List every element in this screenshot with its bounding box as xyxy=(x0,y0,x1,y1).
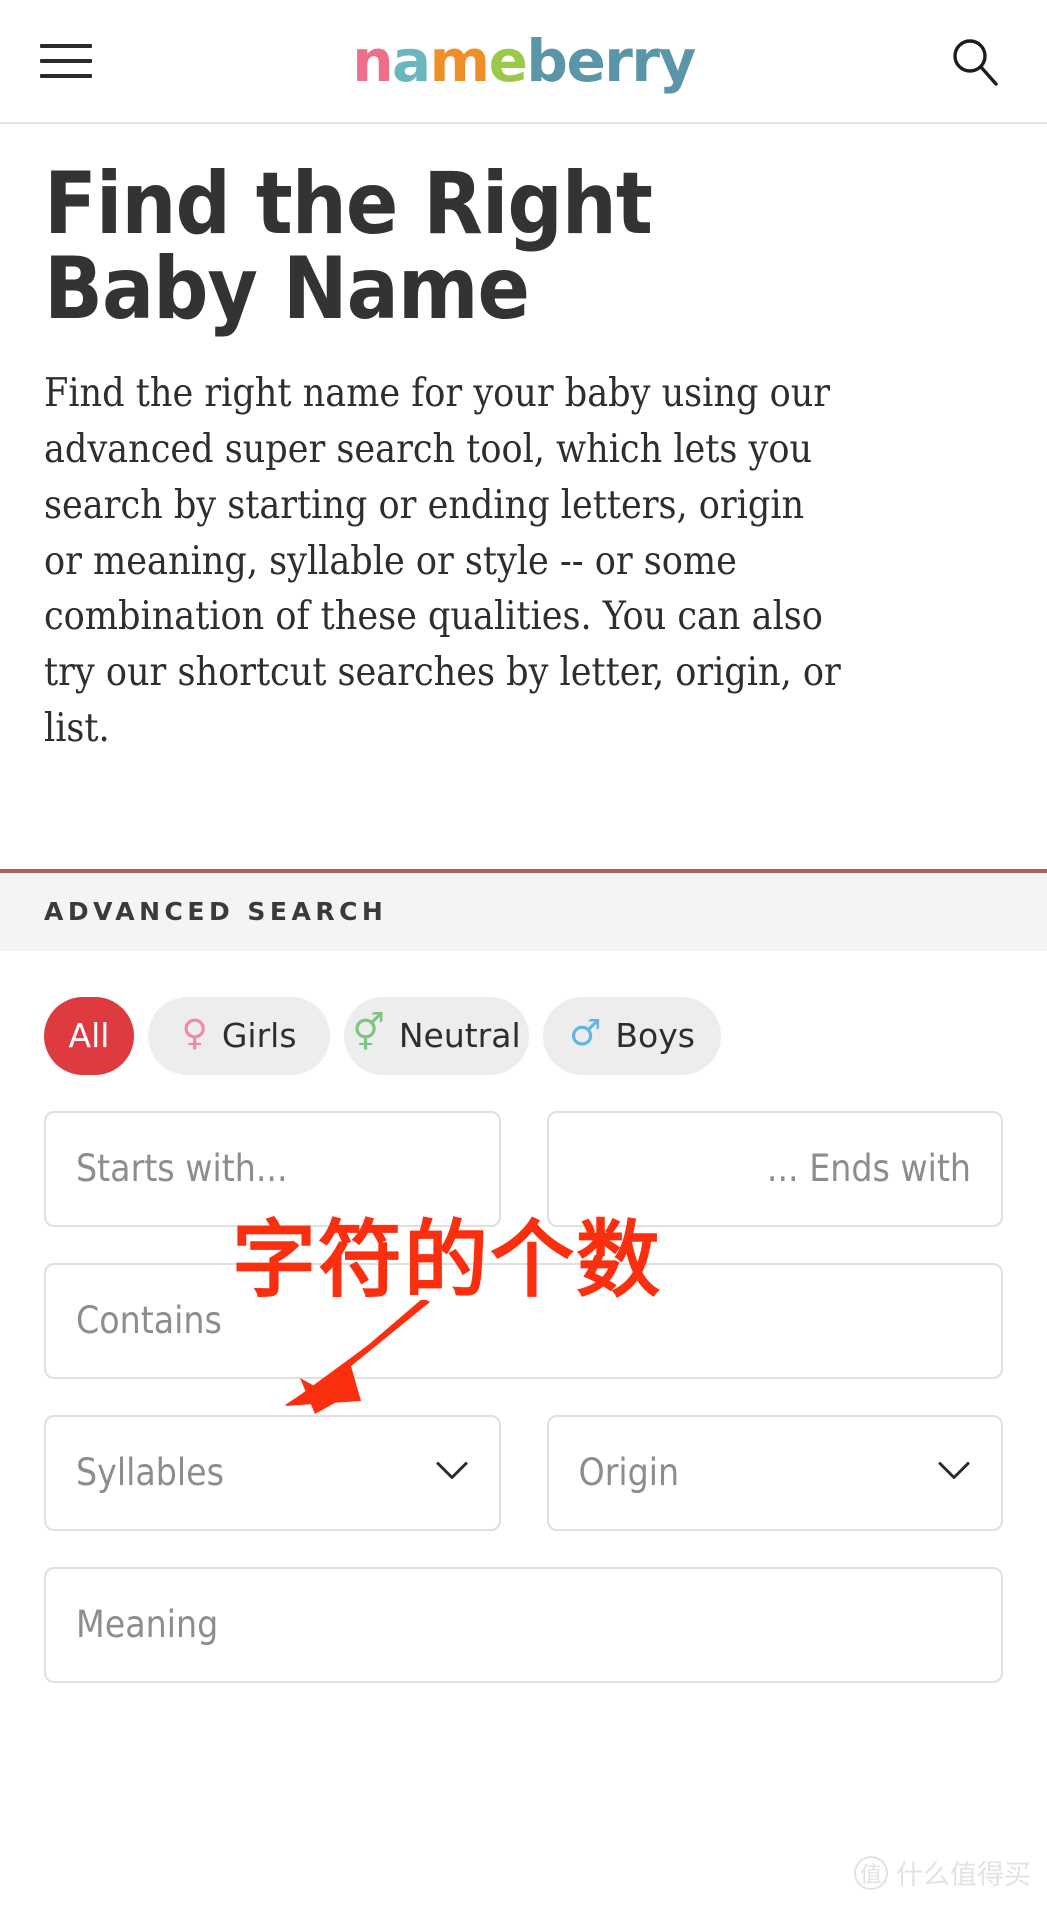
logo-letter: e xyxy=(488,27,528,95)
starts-ends-row: Starts with... ... Ends with xyxy=(44,1110,1003,1227)
venus-female-icon: ♀ xyxy=(181,1012,208,1054)
syllables-origin-row: Syllables Origin xyxy=(44,1414,1003,1531)
chevron-down-icon xyxy=(937,1459,971,1486)
meaning-placeholder: Meaning xyxy=(76,1603,219,1647)
meaning-input[interactable]: Meaning xyxy=(44,1566,1003,1683)
page-root: nameberry Find the Right Baby Name Find … xyxy=(0,0,1047,1910)
syllables-select[interactable]: Syllables xyxy=(44,1414,501,1531)
chevron-down-icon xyxy=(435,1459,469,1486)
ends-with-input[interactable]: ... Ends with xyxy=(546,1110,1003,1227)
gender-filter-all-label: All xyxy=(68,1016,110,1056)
gender-filter-girls-label: Girls xyxy=(221,1016,297,1056)
gender-filter-boys[interactable]: ♂ Boys xyxy=(543,996,721,1075)
logo-letter: a xyxy=(391,27,431,95)
contains-input[interactable]: Contains xyxy=(44,1262,1003,1379)
site-header: nameberry xyxy=(0,0,1047,124)
hamburger-menu-icon[interactable] xyxy=(40,41,92,81)
watermark-text: 什么值得买 xyxy=(896,1860,1031,1891)
gender-filter-group: All ♀ Girls ⚥ Neutral ♂ Boys xyxy=(44,996,1003,1075)
logo-letter: r xyxy=(631,27,660,95)
gender-filter-boys-label: Boys xyxy=(615,1016,695,1056)
logo-letter: b xyxy=(526,27,568,95)
gender-filter-neutral[interactable]: ⚥ Neutral xyxy=(344,996,529,1075)
contains-placeholder: Contains xyxy=(76,1299,222,1343)
syllables-placeholder: Syllables xyxy=(76,1451,224,1495)
page-description: Find the right name for your baby using … xyxy=(44,371,841,751)
logo-letter: n xyxy=(352,27,393,95)
logo-letter: r xyxy=(604,27,633,95)
origin-placeholder: Origin xyxy=(578,1451,680,1495)
search-icon[interactable] xyxy=(943,29,1007,93)
hamburger-bar xyxy=(40,74,92,78)
male-female-neutral-icon: ⚥ xyxy=(352,1012,385,1054)
logo-letter: m xyxy=(429,27,490,95)
gender-filter-neutral-label: Neutral xyxy=(398,1016,521,1056)
watermark-badge: 值 xyxy=(854,1855,888,1890)
logo-letter: e xyxy=(566,27,605,95)
advanced-search-form: All ♀ Girls ⚥ Neutral ♂ Boys Starts with… xyxy=(0,951,1047,1683)
gender-filter-all[interactable]: All xyxy=(44,996,134,1075)
gender-filter-girls[interactable]: ♀ Girls xyxy=(148,996,330,1075)
hero-section: Find the Right Baby Name Find the right … xyxy=(0,124,1047,757)
watermark: 值 什么值得买 xyxy=(854,1853,1031,1892)
mars-male-icon: ♂ xyxy=(569,1012,602,1054)
origin-select[interactable]: Origin xyxy=(546,1414,1003,1531)
hamburger-bar xyxy=(40,59,92,63)
meaning-row: Meaning xyxy=(44,1566,1003,1683)
logo-letter: y xyxy=(658,27,697,95)
advanced-search-header: ADVANCED SEARCH xyxy=(0,868,1047,951)
starts-with-placeholder: Starts with... xyxy=(76,1147,288,1191)
page-title: Find the Right Baby Name xyxy=(44,154,653,340)
advanced-search-label: ADVANCED SEARCH xyxy=(44,897,388,927)
site-logo[interactable]: nameberry xyxy=(352,27,697,95)
starts-with-input[interactable]: Starts with... xyxy=(44,1110,501,1227)
hamburger-bar xyxy=(40,44,92,48)
ends-with-placeholder: ... Ends with xyxy=(766,1147,971,1191)
contains-row: Contains xyxy=(44,1262,1003,1379)
